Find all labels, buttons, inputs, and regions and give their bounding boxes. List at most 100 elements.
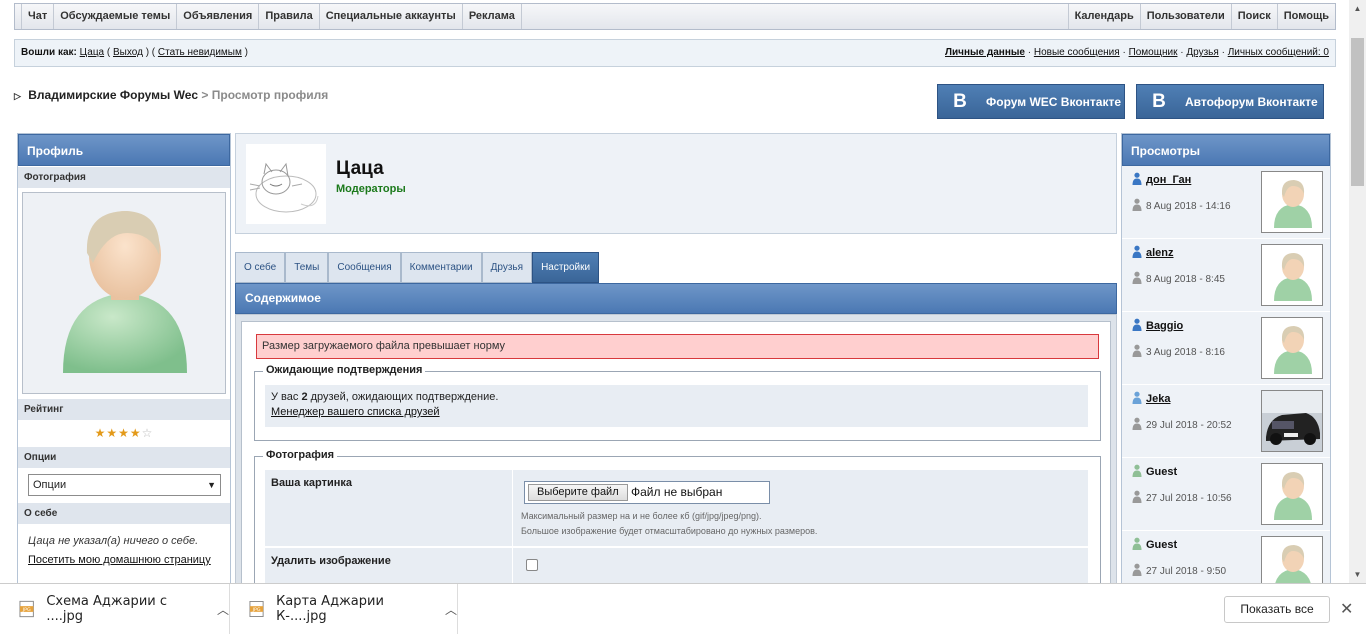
download-item[interactable]: JPG Схема Аджарии с ....jpg ︿ <box>0 584 230 634</box>
photo-fieldset: Фотография Ваша картинка Выберите файл Ф… <box>254 449 1101 596</box>
jpg-file-icon: JPG <box>19 600 34 618</box>
delete-image-cell <box>512 548 1088 584</box>
chevron-up-icon[interactable]: ︿ <box>445 601 457 618</box>
breadcrumb: ▷ Владимирские Форумы Wec > Просмотр про… <box>14 88 328 102</box>
rating-section-label: Рейтинг <box>18 398 230 420</box>
content-body: Размер загружаемого файла превышает норм… <box>235 314 1117 596</box>
profile-tab[interactable]: Настройки <box>532 252 600 283</box>
page-scrollbar[interactable]: ▲ ▼ <box>1349 0 1366 583</box>
profile-tab[interactable]: О себе <box>235 252 286 283</box>
picture-row: Ваша картинка Выберите файл Файл не выбр… <box>265 470 1088 546</box>
helper-link[interactable]: Помощник <box>1129 47 1178 58</box>
profile-tab[interactable]: Сообщения <box>328 252 401 283</box>
photo-section-label: Фотография <box>18 166 230 188</box>
visitor-user: Jeka <box>1132 391 1170 405</box>
nav-item[interactable]: Правила <box>259 4 320 29</box>
user-icon <box>1132 537 1142 551</box>
download-item[interactable]: JPG Карта Аджарии К-....jpg ︿ <box>230 584 458 634</box>
scroll-down-icon[interactable]: ▼ <box>1349 566 1366 583</box>
top-nav: Чат Обсуждаемые темы Объявления Правила Спец… <box>14 3 1336 30</box>
default-avatar-icon <box>63 211 187 373</box>
chevron-up-icon[interactable]: ︿ <box>217 601 229 618</box>
friends-manager-link[interactable]: Менеджер вашего списка друзей <box>271 405 1082 420</box>
username-link[interactable]: Цаца <box>80 47 104 58</box>
friends-link[interactable]: Друзья <box>1186 47 1218 58</box>
new-messages-link[interactable]: Новые сообщения <box>1034 47 1120 58</box>
scroll-up-icon[interactable]: ▲ <box>1349 0 1366 17</box>
vk-logo-icon: B <box>1152 90 1166 112</box>
visitor-user: Guest <box>1132 537 1177 551</box>
breadcrumb-forum-link[interactable]: Владимирские Форумы Wec <box>28 88 198 102</box>
vk-forum-button[interactable]: B Форум WEC Вконтакте <box>937 84 1125 119</box>
visit-date-text: 8 Aug 2018 - 8:45 <box>1146 274 1225 285</box>
user-bar-right: Личные данные · Новые сообщения · Помощн… <box>945 47 1329 58</box>
logout-link[interactable]: Выход <box>113 47 143 58</box>
visitors-panel-title: Просмотры <box>1122 134 1330 166</box>
nav-item[interactable]: Объявления <box>177 4 260 29</box>
nav-item[interactable]: Специальные аккаунты <box>320 4 463 29</box>
scale-hint: Большое изображение будет отмасштабирова… <box>521 526 818 536</box>
visitor-name[interactable]: Jeka <box>1146 393 1170 405</box>
pending-suffix: друзей, ожидающих подтверждение. <box>307 391 499 403</box>
profile-tab[interactable]: Комментарии <box>400 252 482 283</box>
nav-item[interactable]: Чат <box>21 4 55 29</box>
size-hint: Максимальный размер на и не более кб (gi… <box>521 511 762 521</box>
photo-legend: Фотография <box>263 449 338 461</box>
options-dropdown[interactable]: Опции ▼ <box>28 474 221 496</box>
visitor-name[interactable]: дон_Ган <box>1146 174 1191 186</box>
vk-autoforum-button[interactable]: B Автофорум Вконтакте <box>1136 84 1324 119</box>
profile-tab[interactable]: Друзья <box>481 252 533 283</box>
visitor-default-avatar[interactable] <box>1261 171 1323 233</box>
download-bar: JPG Схема Аджарии с ....jpg ︿ JPG Карта … <box>0 583 1366 634</box>
private-messages-link[interactable]: Личных сообщений: 0 <box>1228 47 1329 58</box>
visit-date: 8 Aug 2018 - 8:45 <box>1132 271 1225 285</box>
visitor-default-avatar[interactable] <box>1261 463 1323 525</box>
close-icon[interactable]: ✕ <box>1340 599 1353 619</box>
homepage-link[interactable]: Посетить мою домашнюю страницу <box>28 551 220 570</box>
choose-file-button[interactable]: Выберите файл <box>528 484 628 501</box>
user-icon <box>1132 172 1142 186</box>
scrollbar-thumb[interactable] <box>1351 38 1364 186</box>
nav-item[interactable]: Обсуждаемые темы <box>54 4 178 29</box>
nav-item[interactable]: Реклама <box>463 4 522 29</box>
visitor-row: Guest 27 Jul 2018 - 10:56 <box>1122 458 1330 531</box>
nav-item[interactable]: Пользователи <box>1139 4 1231 29</box>
profile-header: Цаца Модераторы <box>235 133 1117 234</box>
visit-date: 27 Jul 2018 - 9:50 <box>1132 563 1226 577</box>
nav-item[interactable]: Помощь <box>1276 4 1335 29</box>
invisible-link[interactable]: Стать невидимым <box>158 47 242 58</box>
show-all-downloads-button[interactable]: Показать все <box>1224 596 1330 623</box>
visitor-photo-car[interactable] <box>1261 390 1323 452</box>
gray-user-icon <box>1132 198 1142 212</box>
cat-sketch-icon <box>249 162 319 213</box>
top-nav-left: Чат Обсуждаемые темы Объявления Правила Спец… <box>15 4 522 29</box>
visitor-name: Guest <box>1146 539 1178 551</box>
logged-in-label: Вошли как: <box>21 47 77 58</box>
download-filename: Схема Аджарии с ....jpg <box>46 594 167 624</box>
user-avatar <box>246 144 326 224</box>
visitor-name[interactable]: alenz <box>1146 247 1174 259</box>
visitor-default-avatar[interactable] <box>1261 244 1323 306</box>
delete-image-checkbox[interactable] <box>526 559 538 571</box>
nav-item[interactable]: Календарь <box>1067 4 1140 29</box>
profile-panel-title: Профиль <box>18 134 230 166</box>
visit-date: 27 Jul 2018 - 10:56 <box>1132 490 1232 504</box>
gray-user-icon <box>1132 417 1142 431</box>
nav-item[interactable]: Поиск <box>1230 4 1277 29</box>
personal-data-link[interactable]: Личные данные <box>945 47 1025 58</box>
file-input[interactable]: Выберите файл Файл не выбран <box>524 481 770 504</box>
file-status: Файл не выбран <box>631 485 723 499</box>
profile-sidebar: Профиль Фотография Рейтинг ★★★★☆ Опции О… <box>17 133 231 593</box>
visitor-default-avatar[interactable] <box>1261 317 1323 379</box>
pending-box: У вас 2 друзей, ожидающих подтверждение.… <box>265 385 1088 427</box>
visitor-name[interactable]: Baggio <box>1146 320 1183 332</box>
profile-tab[interactable]: Темы <box>285 252 329 283</box>
download-filename: Карта Аджарии К-....jpg <box>276 594 384 624</box>
visit-date-text: 29 Jul 2018 - 20:52 <box>1146 420 1232 431</box>
svg-text:JPG: JPG <box>252 607 261 613</box>
content-inner: Размер загружаемого файла превышает норм… <box>241 321 1111 596</box>
options-section-label: Опции <box>18 446 230 468</box>
user-bar-left: Вошли как: Цаца ( Выход ) ( Стать невиди… <box>21 47 248 58</box>
visit-date-text: 3 Aug 2018 - 8:16 <box>1146 347 1225 358</box>
visit-date: 8 Aug 2018 - 14:16 <box>1132 198 1231 212</box>
